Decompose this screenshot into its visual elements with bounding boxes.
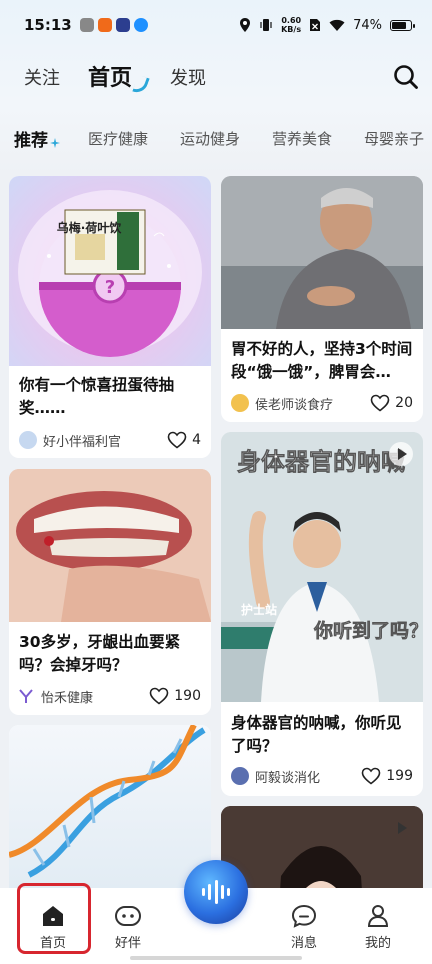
card-meta: 好小伴福利官 4 — [19, 428, 201, 452]
play-icon — [389, 816, 413, 840]
battery-percent: 74% — [353, 17, 382, 33]
nav-messages[interactable]: 消息 — [274, 904, 334, 951]
card-title: 30多岁，牙龈出血要紧吗？会掉牙吗？ — [19, 633, 181, 674]
highlight-box — [17, 883, 91, 954]
nav-profile[interactable]: 我的 — [348, 904, 408, 951]
nav-buddy-label: 好伴 — [114, 936, 141, 951]
heart-icon — [361, 767, 381, 785]
card-meta: 怡禾健康 190 — [19, 684, 201, 708]
nav-buddy[interactable]: 好伴 — [98, 904, 158, 951]
battery-icon — [390, 19, 415, 31]
category-nutrition[interactable]: 营养美食 — [272, 128, 332, 149]
like-count: 20 — [395, 395, 413, 411]
feed-card[interactable]: 护士站 身体器官的呐喊 你听到了吗？ 身体器官的呐喊，你听见了吗？ 阿毅谈消化 … — [221, 432, 423, 796]
category-parenting[interactable]: 母婴亲子 — [364, 128, 424, 149]
app-notification-icon — [133, 18, 148, 32]
card-meta: 阿毅谈消化 199 — [231, 764, 413, 788]
heart-icon — [149, 687, 169, 705]
category-recommend[interactable]: 推荐 — [14, 126, 48, 151]
like-count: 4 — [192, 432, 201, 448]
tab-follow[interactable]: 关注 — [24, 64, 60, 90]
app-notification-icon — [115, 18, 130, 32]
home-indicator — [130, 956, 302, 960]
net-speed: 0.60 KB/s — [281, 16, 301, 34]
author-avatar — [19, 431, 37, 449]
buddy-icon — [115, 906, 141, 926]
author-name: 阿毅谈消化 — [255, 770, 321, 786]
like-count: 190 — [174, 688, 201, 704]
card-thumbnail: 护士站 身体器官的呐喊 你听到了吗？ — [221, 432, 423, 702]
like-count: 199 — [386, 768, 413, 784]
tab-discover[interactable]: 发现 — [170, 64, 206, 90]
author-avatar — [231, 767, 249, 785]
author-name: 怡禾健康 — [41, 690, 94, 706]
play-icon — [389, 442, 413, 466]
nav-messages-label: 消息 — [290, 936, 317, 951]
card-title: 胃不好的人，坚持3个时间段“饿一饿”，脾胃会… — [231, 340, 413, 381]
product-box-label: 乌梅·荷叶饮 — [57, 220, 123, 235]
vibrate-icon — [260, 19, 272, 31]
app-notification-icon — [97, 18, 112, 32]
feed-card[interactable]: 30多岁，牙龈出血要紧吗？会掉牙吗？ 怡禾健康 190 — [9, 469, 211, 715]
location-icon — [240, 18, 251, 32]
feed-card[interactable]: ? 乌梅·荷叶饮 你有一个惊喜扭蛋待抽奖…… 好小伴福利官 4 — [9, 176, 211, 458]
card-thumbnail — [221, 176, 423, 329]
status-bar: 15:13 0.60 KB/s 74% — [0, 0, 432, 50]
profile-icon — [367, 905, 389, 927]
card-title: 你有一个惊喜扭蛋待抽奖…… — [19, 376, 175, 417]
like-button[interactable]: 4 — [167, 431, 201, 449]
author-name: 好小伴福利官 — [43, 434, 122, 450]
status-time: 15:13 — [24, 16, 72, 34]
like-button[interactable]: 190 — [149, 687, 201, 705]
card-thumbnail — [9, 725, 211, 890]
net-speed-unit: KB/s — [281, 25, 302, 34]
overlay-top: 身体器官的呐喊 — [237, 448, 405, 476]
net-speed-value: 0.60 — [281, 16, 302, 25]
svg-text:?: ? — [105, 277, 115, 298]
nav-profile-label: 我的 — [364, 936, 391, 951]
author-logo-icon — [19, 689, 33, 703]
heart-icon — [167, 431, 187, 449]
feed-card[interactable]: 胃不好的人，坚持3个时间段“饿一饿”，脾胃会… 侯老师谈食疗 20 — [221, 176, 423, 422]
no-sim-icon — [310, 19, 321, 31]
voice-assistant-button[interactable] — [184, 860, 248, 924]
app-notification-icon — [79, 18, 94, 32]
heart-icon — [370, 394, 390, 412]
top-nav: 关注 首页 发现 — [0, 52, 432, 100]
card-thumbnail — [9, 469, 211, 622]
like-button[interactable]: 199 — [361, 767, 413, 785]
card-thumbnail: ? 乌梅·荷叶饮 — [9, 176, 211, 366]
author-avatar — [231, 394, 249, 412]
message-icon — [291, 904, 317, 928]
category-fitness[interactable]: 运动健身 — [180, 128, 240, 149]
voice-wave-icon — [202, 880, 230, 904]
wifi-icon — [329, 19, 345, 31]
overlay-bottom: 你听到了吗？ — [313, 619, 423, 642]
author-name: 侯老师谈食疗 — [255, 397, 334, 413]
card-meta: 侯老师谈食疗 20 — [231, 391, 413, 415]
category-bar: 推荐 医疗健康 运动健身 营养美食 母婴亲子 — [0, 118, 432, 158]
overlay-sign: 护士站 — [241, 602, 277, 617]
like-button[interactable]: 20 — [370, 394, 413, 412]
sparkle-icon — [50, 138, 60, 148]
category-medical[interactable]: 医疗健康 — [88, 128, 148, 149]
search-icon[interactable] — [393, 64, 419, 90]
card-title: 身体器官的呐喊，你听见了吗？ — [231, 714, 402, 755]
tab-home[interactable]: 首页 — [88, 60, 132, 92]
